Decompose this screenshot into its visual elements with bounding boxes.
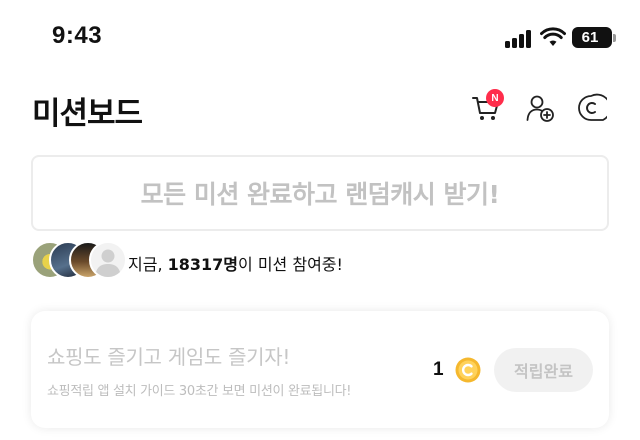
- status-time: 9:43: [52, 22, 103, 49]
- reward-amount: 1: [433, 359, 444, 380]
- status-bar: 9:43 61: [0, 0, 640, 70]
- battery-cap: [613, 34, 616, 42]
- participants-suffix: 이 미션 참여중!: [238, 255, 343, 274]
- wifi-icon: [540, 27, 566, 46]
- new-badge: N: [486, 89, 504, 107]
- participants-prefix: 지금,: [128, 255, 168, 274]
- coin-icon: [455, 357, 481, 383]
- mission-title: 쇼핑도 즐기고 게임도 즐기자!: [47, 345, 291, 369]
- complete-button[interactable]: 적립완료: [494, 348, 593, 392]
- cash-history-button[interactable]: [573, 90, 609, 126]
- battery-level: 61: [581, 29, 599, 46]
- participants-text: 지금, 18317명이 미션 참여중!: [128, 251, 343, 275]
- add-friend-button[interactable]: [522, 90, 558, 126]
- cellular-signal-icon: [505, 30, 535, 48]
- battery-icon: 61: [572, 27, 612, 48]
- participants-count: 18317명: [167, 255, 239, 274]
- avatar-default: [89, 241, 127, 279]
- mission-description: 쇼핑적립 앱 설치 가이드 30초간 보면 미션이 완료됩니다!: [47, 384, 352, 399]
- random-cash-banner[interactable]: 모든 미션 완료하고 랜덤캐시 받기!: [31, 155, 609, 231]
- mission-card[interactable]: 쇼핑도 즐기고 게임도 즐기자! 쇼핑적립 앱 설치 가이드 30초간 보면 미…: [31, 311, 609, 428]
- banner-text: 모든 미션 완료하고 랜덤캐시 받기!: [140, 180, 500, 209]
- person-icon: [95, 249, 121, 277]
- add-friend-icon: [526, 95, 554, 122]
- page-title: 미션보드: [32, 96, 143, 132]
- participants-row: 지금, 18317명이 미션 참여중!: [31, 241, 591, 281]
- cash-coin-icon: [578, 93, 607, 121]
